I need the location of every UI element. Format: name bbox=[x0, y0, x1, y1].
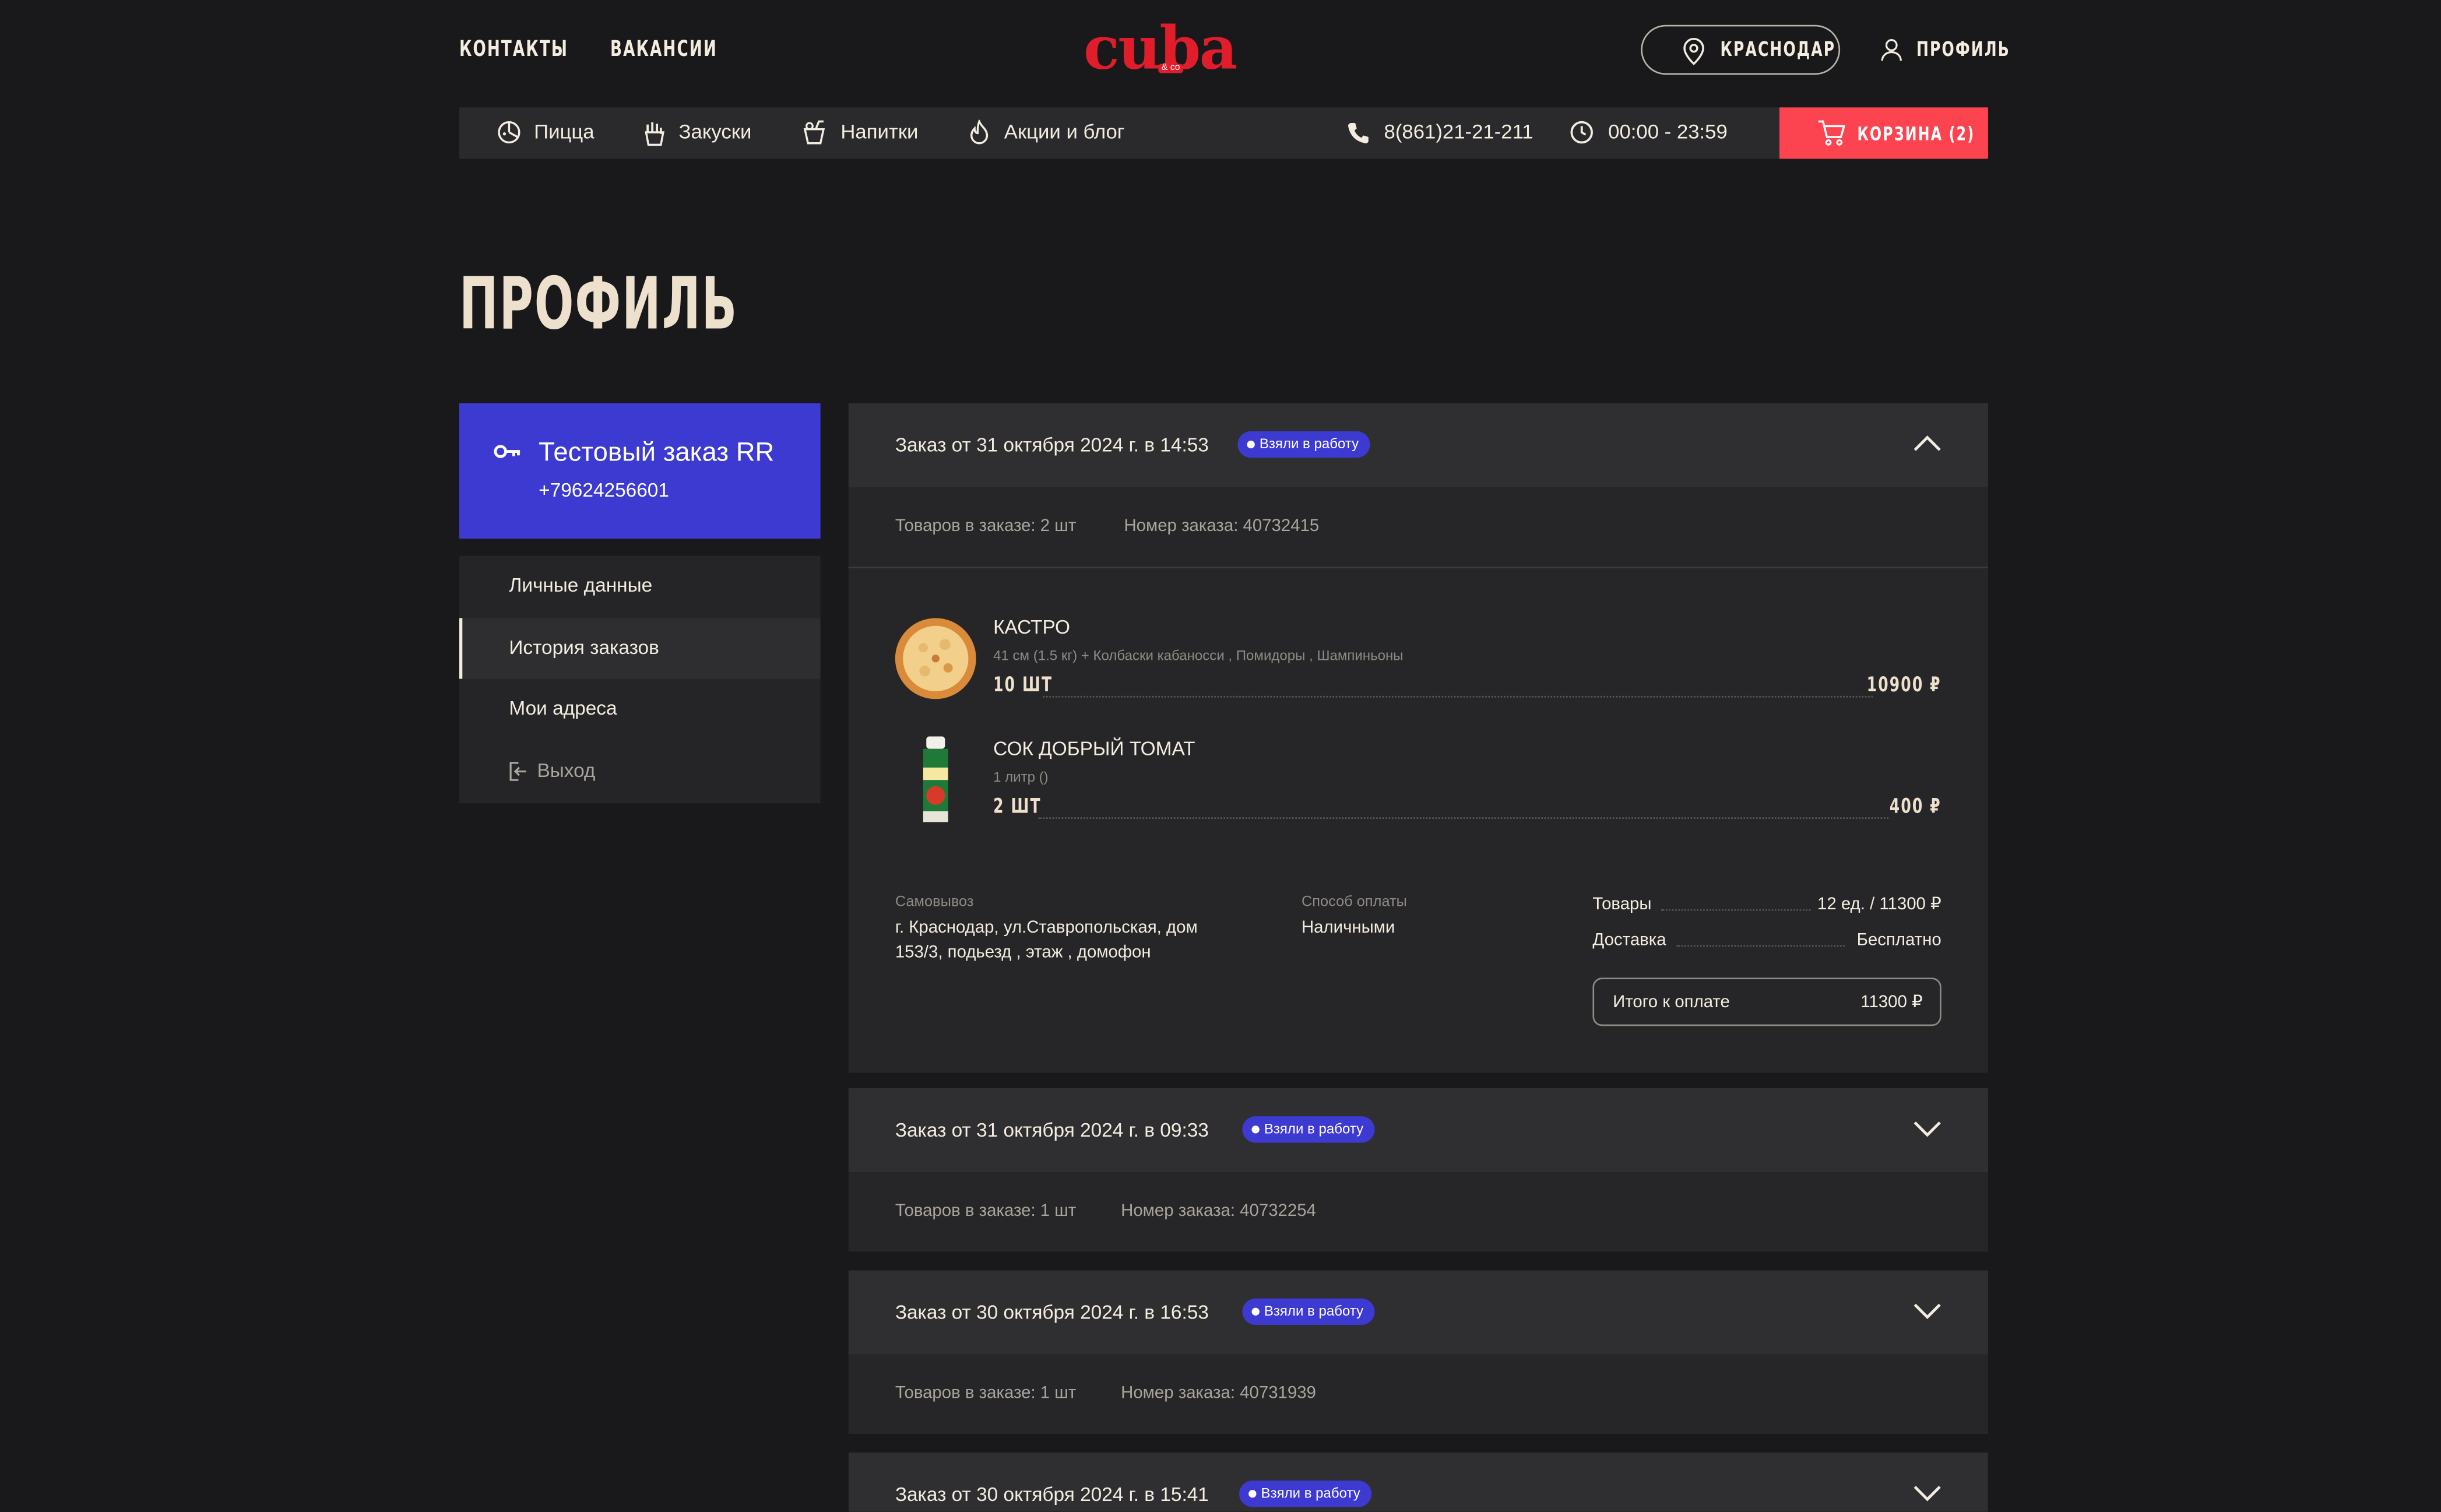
total-box: Итого к оплате 11300 ₽ bbox=[1592, 977, 1941, 1026]
product-price: 10900 ₽ bbox=[1866, 674, 1941, 698]
product-qty: 10 ШТ bbox=[993, 674, 1053, 698]
order-card: Заказ от 31 октября 2024 г. в 09:33 Взял… bbox=[848, 1088, 1988, 1253]
pizza-icon bbox=[498, 121, 520, 144]
user-card: Тестовый заказ RR +79624256601 bbox=[459, 403, 821, 539]
product-desc: 1 литр () bbox=[993, 769, 1049, 785]
menu-logout[interactable]: Выход bbox=[459, 741, 821, 801]
product-price: 400 ₽ bbox=[1889, 795, 1941, 819]
order-number: Номер заказа: 40732254 bbox=[1121, 1202, 1316, 1221]
product-name: СОК ДОБРЫЙ ТОМАТ bbox=[993, 738, 1195, 760]
chevron-down-icon[interactable] bbox=[1914, 1300, 1941, 1321]
order-title: Заказ от 31 октября 2024 г. в 09:33 bbox=[895, 1119, 1209, 1141]
delivery-address: г. Краснодар, ул.Ставропольская, дом 153… bbox=[895, 918, 1198, 962]
order-header[interactable]: Заказ от 30 октября 2024 г. в 16:53 Взял… bbox=[848, 1270, 1988, 1355]
order-card: Заказ от 31 октября 2024 г. в 14:53 Взял… bbox=[848, 403, 1988, 1073]
status-badge: Взяли в работу bbox=[1237, 431, 1370, 458]
category-drinks[interactable]: Напитки bbox=[840, 120, 918, 143]
menu-order-history[interactable]: История заказов bbox=[459, 618, 821, 679]
city-label: КРАСНОДАР bbox=[1720, 38, 1836, 62]
menu-personal-data[interactable]: Личные данные bbox=[459, 556, 821, 617]
menu-addresses[interactable]: Мои адреса bbox=[459, 679, 821, 740]
product-desc: 41 см (1.5 кг) + Колбаски кабаносси , По… bbox=[993, 648, 1404, 663]
chevron-down-icon[interactable] bbox=[1914, 1482, 1941, 1504]
total-label: Итого к оплате bbox=[1613, 993, 1730, 1012]
phone-icon bbox=[1348, 123, 1369, 143]
delivery-type-label: Самовывоз bbox=[895, 894, 974, 911]
order-items-count: Товаров в заказе: 2 шт bbox=[895, 516, 1077, 536]
city-button[interactable]: КРАСНОДАР bbox=[1641, 24, 1841, 75]
goods-label: Товары bbox=[1592, 895, 1652, 914]
payment-method: Наличными bbox=[1301, 918, 1395, 937]
menu-personal-data-label: Личные данные bbox=[509, 574, 653, 596]
status-badge: Взяли в работу bbox=[1242, 1298, 1374, 1325]
status-badge: Взяли в работу bbox=[1239, 1481, 1371, 1507]
cart-icon bbox=[1818, 120, 1846, 146]
profile-menu: Личные данные История заказов Мои адреса… bbox=[459, 555, 821, 804]
menu-addresses-label: Мои адреса bbox=[509, 697, 617, 720]
cart-button[interactable]: КОРЗИНА (2) bbox=[1779, 107, 1988, 159]
order-title: Заказ от 30 октября 2024 г. в 16:53 bbox=[895, 1301, 1209, 1324]
snacks-icon bbox=[645, 122, 664, 146]
location-pin-icon bbox=[1683, 38, 1704, 65]
menu-order-history-label: История заказов bbox=[509, 637, 659, 659]
category-promo-blog[interactable]: Акции и блог bbox=[1004, 120, 1125, 143]
category-bar: Пицца Закуски Напитки Акции и блог 8(861… bbox=[459, 107, 1988, 159]
order-items-count: Товаров в заказе: 1 шт bbox=[895, 1202, 1077, 1221]
pizza-image bbox=[895, 618, 976, 699]
order-header[interactable]: Заказ от 30 октября 2024 г. в 15:41 Взял… bbox=[848, 1453, 1988, 1512]
goods-value: 12 ед. / 11300 ₽ bbox=[1817, 895, 1941, 914]
cart-label: КОРЗИНА (2) bbox=[1857, 123, 1975, 145]
order-number: Номер заказа: 40731939 bbox=[1121, 1384, 1316, 1403]
profile-label: ПРОФИЛЬ bbox=[1916, 38, 2010, 62]
product-name: КАСТРО bbox=[993, 616, 1071, 639]
order-card: Заказ от 30 октября 2024 г. в 16:53 Взял… bbox=[848, 1270, 1988, 1436]
working-hours: 00:00 - 23:59 bbox=[1608, 119, 1728, 143]
user-name: Тестовый заказ RR bbox=[539, 437, 775, 467]
juice-box-image bbox=[923, 736, 948, 822]
delivery-cost-label: Доставка bbox=[1592, 931, 1666, 950]
chevron-down-icon[interactable] bbox=[1914, 1118, 1941, 1140]
product-qty: 2 ШТ bbox=[993, 795, 1042, 819]
order-title: Заказ от 30 октября 2024 г. в 15:41 bbox=[895, 1483, 1209, 1506]
logo-sub: & co bbox=[1158, 64, 1184, 73]
order-details: КАСТРО 41 см (1.5 кг) + Колбаски кабанос… bbox=[848, 568, 1988, 1073]
user-icon bbox=[1881, 39, 1902, 61]
order-items-count: Товаров в заказе: 1 шт bbox=[895, 1384, 1077, 1403]
order-header[interactable]: Заказ от 31 октября 2024 г. в 14:53 Взял… bbox=[848, 403, 1988, 488]
category-snacks[interactable]: Закуски bbox=[679, 120, 752, 143]
delivery-cost: Бесплатно bbox=[1856, 931, 1941, 950]
category-pizza[interactable]: Пицца bbox=[534, 120, 594, 143]
payment-method-label: Способ оплаты bbox=[1301, 894, 1407, 911]
status-badge: Взяли в работу bbox=[1242, 1116, 1374, 1143]
page-title: ПРОФИЛЬ bbox=[459, 261, 738, 346]
drinks-icon bbox=[803, 120, 825, 145]
order-summary: Товаров в заказе: 2 шт Номер заказа: 407… bbox=[848, 487, 1988, 567]
key-icon bbox=[494, 445, 520, 458]
logout-icon bbox=[509, 762, 526, 781]
total-value: 11300 ₽ bbox=[1860, 993, 1923, 1012]
order-summary: Товаров в заказе: 1 шт Номер заказа: 407… bbox=[848, 1172, 1988, 1252]
order-summary: Товаров в заказе: 1 шт Номер заказа: 407… bbox=[848, 1354, 1988, 1434]
order-number: Номер заказа: 40732415 bbox=[1124, 516, 1320, 536]
phone-number[interactable]: 8(861)21-21-211 bbox=[1384, 120, 1533, 143]
fire-icon bbox=[970, 119, 989, 145]
order-header[interactable]: Заказ от 31 октября 2024 г. в 09:33 Взял… bbox=[848, 1088, 1988, 1173]
menu-logout-label: Выход bbox=[537, 759, 596, 782]
nav-contacts-link[interactable]: КОНТАКТЫ bbox=[459, 37, 568, 62]
chevron-up-icon[interactable] bbox=[1914, 433, 1941, 455]
order-card: Заказ от 30 октября 2024 г. в 15:41 Взял… bbox=[848, 1453, 1988, 1512]
clock-icon bbox=[1570, 121, 1593, 144]
nav-vacancies-link[interactable]: ВАКАНСИИ bbox=[610, 37, 717, 62]
user-phone: +79624256601 bbox=[539, 479, 669, 502]
order-title: Заказ от 31 октября 2024 г. в 14:53 bbox=[895, 434, 1209, 456]
